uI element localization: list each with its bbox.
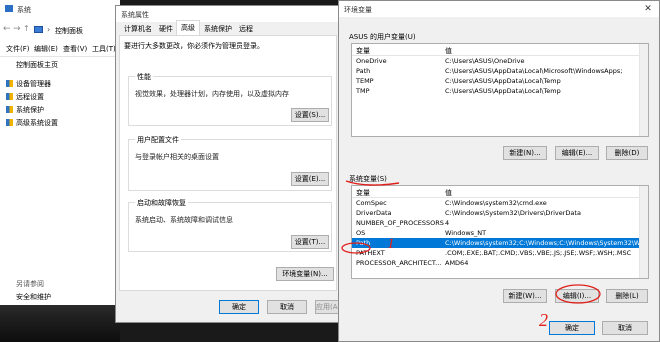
circle-path-annotation [341,242,371,254]
step-2-label: 2 [539,310,548,330]
step-1-label: 1 [387,236,395,252]
circle-edit-annotation [555,284,601,304]
underline-annotation [345,180,400,186]
red-annotations: 1 2 [341,180,601,330]
